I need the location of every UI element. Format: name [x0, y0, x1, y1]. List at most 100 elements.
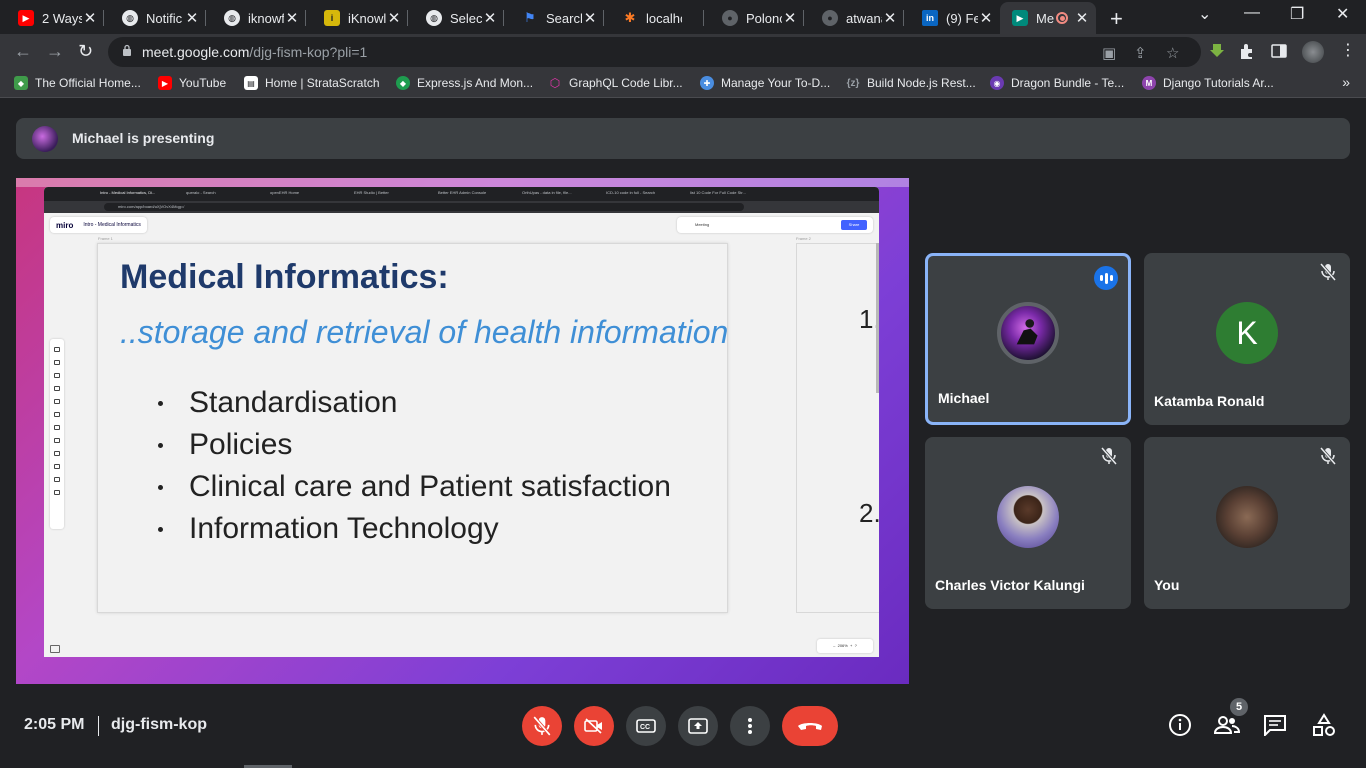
bookmark-item[interactable]: ◆ The Official Home... — [14, 76, 141, 90]
shared-address-bar: miro.com/app/board/uXjVOvX4Mqg=/ — [44, 201, 879, 213]
bookmark-item[interactable]: ✚ Manage Your To-D... — [700, 76, 830, 90]
close-tab-icon[interactable]: ✕ — [582, 9, 598, 27]
participant-tile-michael[interactable]: Michael — [925, 253, 1131, 425]
browser-tab[interactable]: in (9) Fee ✕ — [904, 4, 1000, 32]
miro-scrollbar — [876, 243, 879, 393]
profile-avatar[interactable] — [1302, 41, 1324, 63]
address-bar-row: ← → ↻ meet.google.com/djg-fism-kop?pli=1… — [0, 34, 1366, 70]
miro-zoom-control: – 206% + ? — [817, 639, 873, 653]
shared-screen: Intro - Medical Informatics, Di... quera… — [16, 178, 909, 684]
close-tab-icon[interactable]: ✕ — [386, 9, 402, 27]
close-tab-icon[interactable]: ✕ — [82, 9, 98, 27]
browser-tab[interactable]: ▶ 2 Ways ✕ — [0, 4, 104, 32]
flag-icon: ⚑ — [524, 10, 536, 25]
camera-off-icon — [584, 718, 602, 734]
browser-tab-active[interactable]: ▶ Me ✕ — [1000, 2, 1096, 34]
browser-tab[interactable]: i iKnowl ✕ — [306, 4, 408, 32]
express-icon: ◆ — [396, 76, 410, 90]
browser-tab[interactable]: ◍ iknowf ✕ — [206, 4, 306, 32]
back-icon[interactable]: ← — [14, 41, 32, 62]
leave-call-button[interactable] — [782, 706, 838, 746]
omnibox[interactable]: meet.google.com/djg-fism-kop?pli=1 ▣ ⇪ ☆ — [108, 37, 1201, 67]
close-tab-icon[interactable]: ✕ — [1074, 9, 1090, 27]
bullet-item: Standardisation — [158, 382, 671, 424]
miro-board-name: Intro - Medical Informatics — [83, 222, 141, 228]
present-screen-icon — [688, 718, 708, 734]
camera-blocked-icon[interactable]: ▣ — [1102, 44, 1116, 62]
miro-toolbar — [50, 339, 64, 529]
minimize-icon[interactable]: — — [1244, 4, 1260, 22]
meeting-details-button[interactable] — [1167, 712, 1193, 738]
browser-tab[interactable]: ● atwana ✕ — [804, 4, 904, 32]
todo-icon: ✚ — [700, 76, 714, 90]
extensions-puzzle-icon[interactable] — [1238, 42, 1256, 60]
participant-name: You — [1154, 577, 1180, 593]
slide-title: Medical Informatics: — [120, 258, 449, 296]
download-extension-icon[interactable] — [1208, 42, 1226, 60]
graphql-icon: ⬡ — [549, 76, 561, 90]
side-panel-icon[interactable] — [1270, 42, 1288, 60]
presenter-avatar — [32, 126, 58, 152]
captions-button[interactable]: CC — [626, 706, 666, 746]
divider — [98, 716, 99, 736]
participant-name: Katamba Ronald — [1154, 393, 1265, 409]
miro-share-button: Share — [841, 220, 867, 230]
close-tab-icon[interactable]: ✕ — [482, 9, 498, 27]
globe-icon: ◍ — [224, 10, 240, 26]
dragon-icon: ◉ — [990, 76, 1004, 90]
mic-off-icon — [1101, 447, 1117, 465]
bookmark-item[interactable]: {z} Build Node.js Rest... — [846, 76, 976, 90]
bookmark-item[interactable]: ◆ Express.js And Mon... — [396, 76, 533, 90]
miro-header: miro Intro - Medical Informatics — [50, 217, 147, 233]
new-tab-button[interactable]: + — [1110, 6, 1123, 32]
tab-search-icon[interactable]: ⌄ — [1198, 4, 1211, 24]
browser-tab[interactable]: ⚑ Search ✕ — [504, 4, 604, 32]
slide-bullets: Standardisation Policies Clinical care a… — [158, 382, 671, 550]
reload-icon[interactable]: ↻ — [78, 41, 93, 62]
close-tab-icon[interactable]: ✕ — [978, 9, 994, 27]
browser-tab[interactable]: ◍ Select ✕ — [408, 4, 504, 32]
participant-tile-you[interactable]: You — [1144, 437, 1350, 609]
close-tab-icon[interactable]: ✕ — [782, 9, 798, 27]
close-tab-icon[interactable]: ✕ — [284, 9, 300, 27]
people-count-badge: 5 — [1230, 698, 1248, 716]
bookmark-item[interactable]: M Django Tutorials Ar... — [1142, 76, 1274, 90]
close-tab-icon[interactable]: ✕ — [184, 9, 200, 27]
stratascratch-icon: ▤ — [244, 76, 258, 90]
activities-button[interactable] — [1311, 712, 1337, 738]
django-icon: M — [1142, 76, 1156, 90]
browser-tab[interactable]: ✱ localhc ✕ — [604, 4, 704, 32]
bookmark-item[interactable]: ▤ Home | StrataScratch — [244, 76, 380, 90]
present-now-button[interactable] — [678, 706, 718, 746]
mic-toggle-button[interactable] — [522, 706, 562, 746]
browser-tab[interactable]: ● Polonc ✕ — [704, 4, 804, 32]
bookmarks-bar: ◆ The Official Home... ▶ YouTube ▤ Home | S… — [0, 70, 1366, 98]
maximize-icon[interactable]: ❐ — [1290, 4, 1304, 24]
svg-text:CC: CC — [640, 724, 650, 731]
camera-toggle-button[interactable] — [574, 706, 614, 746]
forward-icon[interactable]: → — [46, 41, 64, 62]
bookmarks-overflow-icon[interactable]: » — [1342, 74, 1350, 90]
bullet-item: Information Technology — [158, 508, 671, 550]
activities-icon — [1313, 713, 1335, 736]
bookmark-item[interactable]: ⬡ GraphQL Code Libr... — [548, 76, 683, 90]
browser-tab[interactable]: ◍ Notific ✕ — [104, 4, 206, 32]
miro-board: miro Intro - Medical Informatics Meeting… — [44, 213, 879, 657]
mic-off-icon — [1320, 263, 1336, 281]
chat-button[interactable] — [1262, 712, 1288, 738]
bookmark-item[interactable]: ▶ YouTube — [158, 76, 226, 90]
close-tab-icon[interactable]: ✕ — [882, 9, 898, 27]
globe-icon: ◍ — [426, 10, 442, 26]
people-button[interactable] — [1214, 712, 1240, 738]
participant-tile-charles[interactable]: Charles Victor Kalungi — [925, 437, 1131, 609]
speaking-indicator-icon — [1094, 266, 1118, 290]
browser-menu-icon[interactable]: ⋮ — [1340, 40, 1356, 60]
people-icon — [1214, 716, 1240, 734]
close-window-icon[interactable]: ✕ — [1336, 4, 1349, 24]
share-icon[interactable]: ⇪ — [1134, 44, 1147, 62]
participant-tile-katamba[interactable]: K Katamba Ronald — [1144, 253, 1350, 425]
bookmark-item[interactable]: ◉ Dragon Bundle - Te... — [990, 76, 1124, 90]
shared-browser-window: Intro - Medical Informatics, Di... quera… — [44, 187, 879, 657]
bookmark-star-icon[interactable]: ☆ — [1166, 44, 1179, 62]
more-options-button[interactable] — [730, 706, 770, 746]
